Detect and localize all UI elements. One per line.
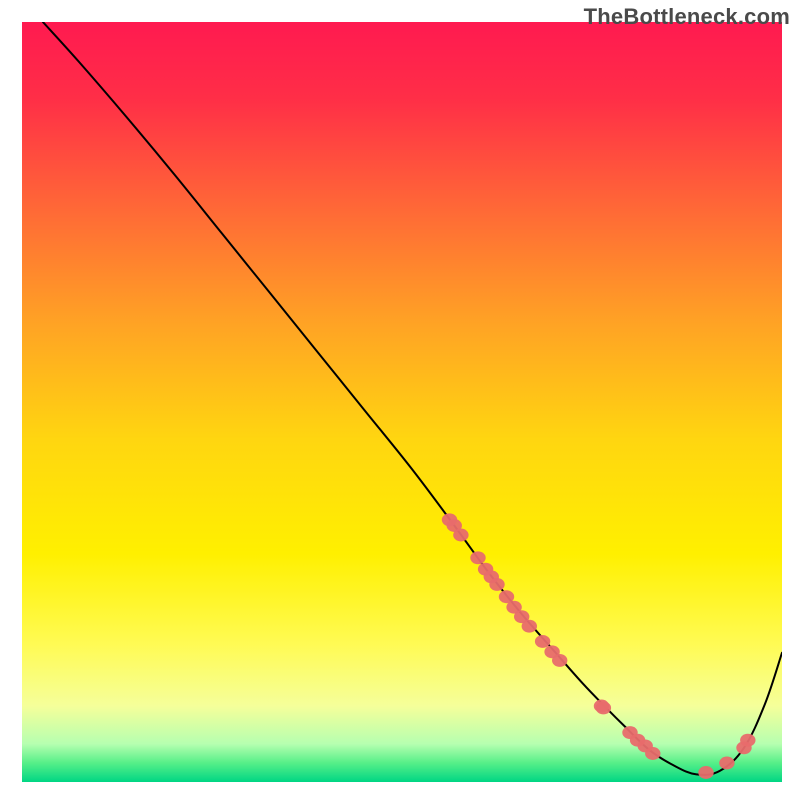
data-point — [552, 654, 567, 667]
data-point — [698, 766, 713, 779]
data-point — [645, 747, 660, 760]
plot-background — [22, 22, 782, 782]
data-point — [719, 757, 734, 770]
data-point — [489, 578, 504, 591]
data-point — [535, 635, 550, 648]
data-point — [522, 620, 537, 633]
data-point — [453, 529, 468, 542]
attribution-text: TheBottleneck.com — [584, 4, 790, 30]
data-point — [470, 551, 485, 564]
data-point — [596, 701, 611, 714]
data-point — [740, 734, 755, 747]
